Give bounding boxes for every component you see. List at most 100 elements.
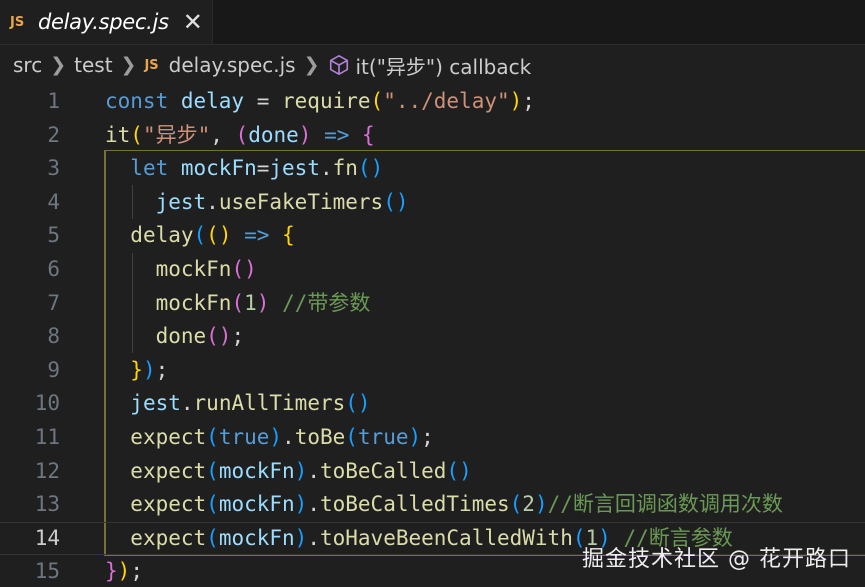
cube-icon xyxy=(329,55,348,75)
code-line[interactable]: 11 expect(true).toBe(true); xyxy=(0,421,865,455)
code-token: . xyxy=(206,189,219,214)
code-line[interactable]: 12 expect(mockFn).toBeCalled() xyxy=(0,455,865,489)
code-text: }); xyxy=(105,354,168,388)
code-token: . xyxy=(282,425,295,449)
code-token: } xyxy=(130,357,143,382)
breadcrumb-item-file[interactable]: delay.spec.js xyxy=(169,53,296,77)
code-token: require xyxy=(282,89,371,113)
code-text: let mockFn=jest.fn() xyxy=(105,152,383,186)
code-token: ; xyxy=(155,357,169,382)
code-text: delay(() => { xyxy=(105,219,294,253)
code-text: mockFn(1) //带参数 xyxy=(105,287,371,321)
code-token: () xyxy=(206,223,232,248)
code-token: fn xyxy=(332,156,358,181)
code-token: it xyxy=(105,122,131,147)
tab-delay-spec[interactable]: JS delay.spec.js ✕ xyxy=(0,0,213,44)
code-token: mockFn xyxy=(218,458,295,483)
code-token: toBe xyxy=(294,425,346,449)
tab-label: delay.spec.js xyxy=(38,10,169,34)
code-line[interactable]: 6 mockFn() xyxy=(0,253,865,287)
code-token: mockFn xyxy=(218,492,295,517)
line-number: 11 xyxy=(34,425,60,449)
code-token: 1 xyxy=(244,290,257,315)
code-token: ) xyxy=(294,458,308,483)
code-token: expect xyxy=(130,525,207,550)
code-line[interactable]: 1 const delay = require("../delay"); xyxy=(0,85,865,119)
breadcrumb-item-src[interactable]: src xyxy=(13,53,42,77)
code-token: ) xyxy=(298,122,312,147)
code-text: jest.runAllTimers() xyxy=(105,387,370,421)
line-number: 4 xyxy=(47,189,60,214)
code-line[interactable]: 2 it("异步", (done) => { xyxy=(0,119,865,153)
editor-window: JS delay.spec.js ✕ src ❯ test ❯ JS delay… xyxy=(0,0,865,587)
code-token: "../delay" xyxy=(383,89,510,113)
code-token: ( xyxy=(206,525,219,550)
code-token: ( xyxy=(509,492,523,517)
code-token: => xyxy=(244,223,270,248)
code-line[interactable]: 3 let mockFn=jest.fn() xyxy=(0,152,865,186)
watermark: 掘金技术社区 @ 花开路口 xyxy=(582,547,851,572)
tab-bar: JS delay.spec.js ✕ xyxy=(0,0,865,45)
code-token: = xyxy=(244,89,283,113)
code-line[interactable]: 4 jest.useFakeTimers() xyxy=(0,186,865,220)
code-token: 2 xyxy=(522,492,535,517)
code-token: ) xyxy=(509,89,523,113)
line-number: 15 xyxy=(34,559,60,584)
code-token: mockFn xyxy=(155,257,232,281)
code-text: expect(true).toBe(true); xyxy=(105,421,434,455)
close-icon[interactable]: ✕ xyxy=(183,10,203,34)
code-token: . xyxy=(180,391,194,416)
code-token: ) xyxy=(117,559,131,584)
code-token: //断言回调函数调用次数 xyxy=(547,492,783,517)
code-line[interactable]: 10 jest.runAllTimers() xyxy=(0,387,865,421)
code-line[interactable]: 13 expect(mockFn).toBeCalledTimes(2)//断言… xyxy=(0,488,865,522)
code-token: ; xyxy=(130,559,143,584)
code-token: delay xyxy=(180,89,245,113)
code-token: . xyxy=(307,458,320,483)
chevron-right-icon: ❯ xyxy=(120,54,137,76)
code-token: . xyxy=(319,156,333,181)
breadcrumb-item-test[interactable]: test xyxy=(74,53,112,77)
code-token: . xyxy=(307,492,320,517)
code-token: ; xyxy=(231,324,245,349)
line-number: 1 xyxy=(47,89,60,113)
code-line[interactable]: 9 }); xyxy=(0,354,865,388)
code-line[interactable]: 8 done(); xyxy=(0,320,865,354)
chevron-right-icon: ❯ xyxy=(303,54,320,76)
code-editor[interactable]: 1 const delay = require("../delay"); 2 it("… xyxy=(0,85,865,587)
line-number: 5 xyxy=(47,223,60,248)
code-token: runAllTimers xyxy=(193,391,346,416)
code-token: toBeCalled xyxy=(319,458,447,483)
code-token: ( xyxy=(370,89,384,113)
code-token: ) xyxy=(294,525,308,550)
code-token: mockFn xyxy=(218,525,295,550)
code-text: const delay = require("../delay"); xyxy=(105,85,535,119)
code-token: = xyxy=(256,156,270,181)
code-token: ( xyxy=(206,458,219,483)
line-number: 2 xyxy=(47,122,60,147)
code-token: expect xyxy=(130,425,207,449)
code-line[interactable]: 7 mockFn(1) //带参数 xyxy=(0,287,865,321)
code-token: ( xyxy=(193,223,207,248)
breadcrumb-item-symbol[interactable]: it("异步") callback xyxy=(356,51,532,80)
code-token: mockFn xyxy=(180,156,257,181)
code-token: done xyxy=(248,122,299,147)
code-token: () xyxy=(446,458,472,483)
code-token: ) xyxy=(294,492,308,517)
code-line[interactable]: 5 delay(() => { xyxy=(0,219,865,253)
code-text: jest.useFakeTimers() xyxy=(105,186,409,220)
code-token: expect xyxy=(130,492,207,517)
code-token: ( xyxy=(206,492,219,517)
code-token: delay xyxy=(130,223,194,248)
line-number: 9 xyxy=(47,357,60,382)
